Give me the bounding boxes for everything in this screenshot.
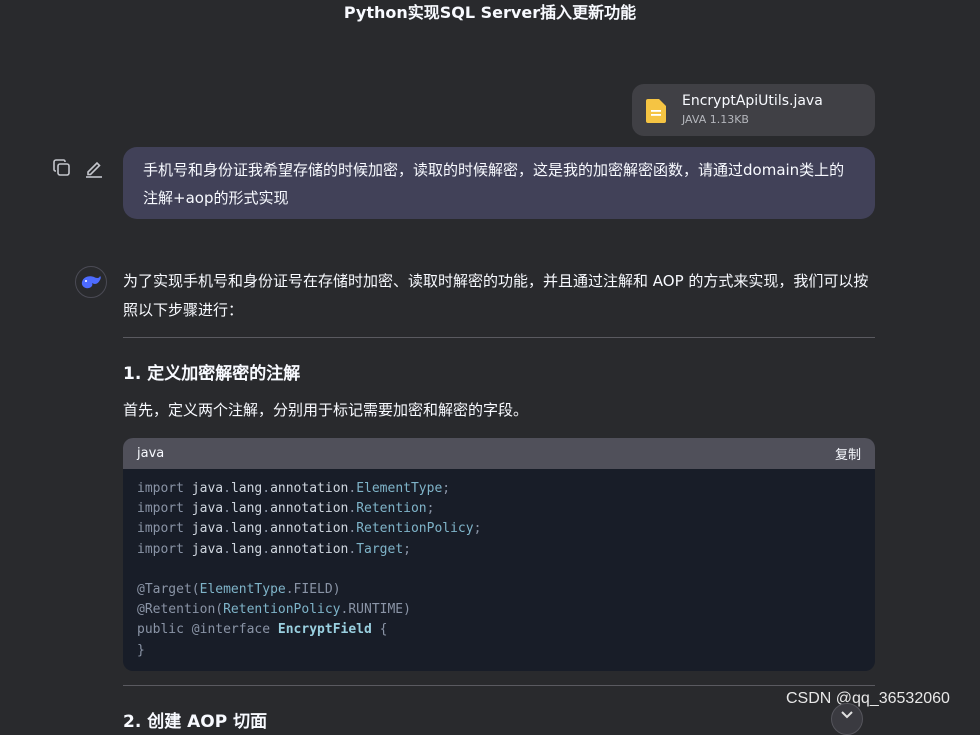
code-header: java 复制 [123, 438, 875, 469]
code-line: import java.lang.annotation.ElementType; [137, 481, 451, 496]
divider [123, 684, 875, 686]
assistant-avatar [75, 266, 107, 298]
message-actions [52, 158, 104, 178]
assistant-answer: 为了实现手机号和身份证号在存储时加密、读取时解密的功能，并且通过注解和 AOP … [123, 267, 875, 732]
answer-intro: 为了实现手机号和身份证号在存储时加密、读取时解密的功能，并且通过注解和 AOP … [123, 272, 869, 319]
code-content: import java.lang.annotation.ElementType;… [123, 469, 875, 671]
file-icon [646, 99, 666, 123]
copy-code-button[interactable]: 复制 [835, 444, 861, 463]
watermark: CSDN @qq_36532060 [786, 690, 950, 707]
copy-icon[interactable] [52, 158, 72, 178]
divider [123, 337, 875, 338]
section-text: 首先，定义两个注解，分别用于标记需要加密和解密的字段。 [123, 401, 529, 419]
user-message: 手机号和身份证我希望存储的时候加密，读取的时候解密，这是我的加密解密函数，请通过… [123, 147, 875, 219]
scroll-down-button[interactable] [831, 703, 863, 735]
code-line: } [137, 642, 145, 658]
code-language: java [137, 446, 165, 461]
code-line: public @interface EncryptField { [137, 622, 388, 638]
code-line: import java.lang.annotation.Target; [137, 541, 411, 557]
page-title: Python实现SQL Server插入更新功能 [343, 3, 637, 22]
attachment-card[interactable]: EncryptApiUtils.java JAVA 1.13KB [632, 84, 875, 136]
code-block: java 复制 import java.lang.annotation.Elem… [123, 438, 875, 671]
section-heading: 1. 定义加密解密的注解 [123, 364, 301, 384]
section-heading: 2. 创建 AOP 切面 [123, 711, 268, 732]
code-line: @Target(ElementType.FIELD) [137, 582, 341, 598]
attachment-filename: EncryptApiUtils.java [682, 93, 823, 109]
code-line: import java.lang.annotation.RetentionPol… [137, 521, 482, 537]
whale-icon [81, 276, 101, 289]
edit-icon[interactable] [84, 158, 104, 178]
code-line: @Retention(RetentionPolicy.RUNTIME) [137, 602, 411, 618]
attachment-meta: JAVA 1.13KB [682, 113, 749, 126]
code-line: import java.lang.annotation.Retention; [137, 501, 435, 517]
